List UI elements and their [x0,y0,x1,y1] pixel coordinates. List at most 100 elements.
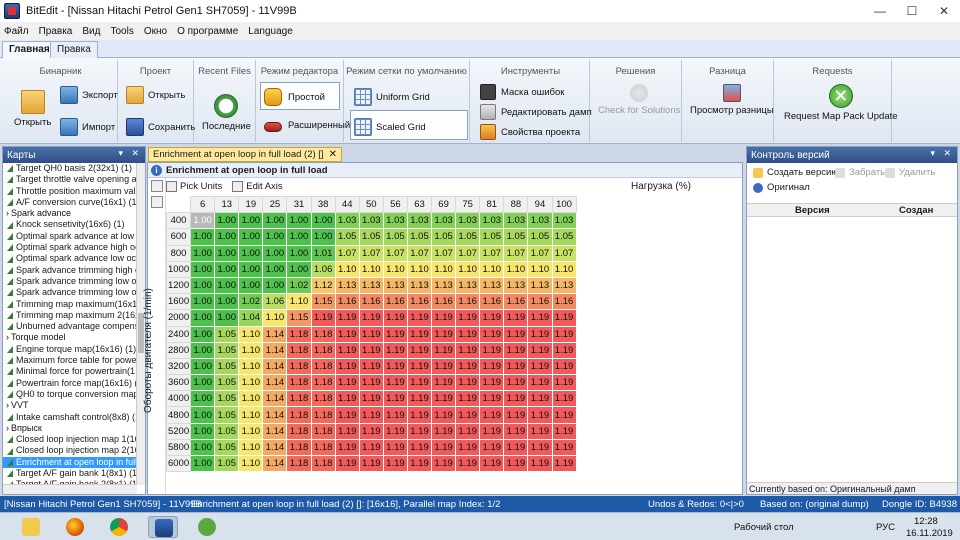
menu-language[interactable]: Language [248,26,293,37]
load-axis-value[interactable]: 69 [431,195,457,214]
map-cell[interactable]: 1.12 [310,276,336,295]
map-cell[interactable]: 1.19 [479,357,505,376]
map-cell[interactable]: 1.10 [238,341,264,359]
map-cell[interactable]: 1.00 [190,276,216,295]
map-cell[interactable]: 1.03 [406,212,433,230]
map-cell[interactable]: 1.10 [503,260,529,278]
map-cell[interactable]: 1.19 [455,406,481,424]
map-cell[interactable]: 1.13 [406,276,433,295]
explorer-taskbar-button[interactable] [16,516,46,538]
map-cell[interactable]: 1.05 [214,454,240,473]
map-cell[interactable]: 1.05 [214,341,240,359]
map-cell[interactable]: 1.19 [406,374,433,392]
map-cell[interactable]: 1.10 [238,325,264,343]
tree-category[interactable]: › VVT [3,400,137,411]
map-cell[interactable]: 1.10 [262,309,288,327]
map-cell[interactable]: 1.19 [382,325,408,343]
map-cell[interactable]: 1.05 [214,357,240,376]
map-cell[interactable]: 1.16 [503,293,529,311]
recent-files-button[interactable]: Последние [202,94,251,132]
map-cell[interactable]: 1.19 [527,374,553,392]
load-axis-value[interactable]: 63 [406,195,433,214]
tree-map-item[interactable]: QH0 to torque conversion map [3,389,137,400]
map-cell[interactable]: 1.16 [431,293,457,311]
tree-category[interactable]: › Torque model [3,332,137,343]
map-cell[interactable]: 1.19 [503,390,529,408]
create-version-button[interactable]: Создать версию [753,167,838,178]
map-cell[interactable]: 1.19 [431,357,457,376]
map-cell[interactable]: 1.19 [503,438,529,457]
map-cell[interactable]: 1.16 [382,293,408,311]
rpm-axis-value[interactable]: 6000 [165,454,192,473]
map-cell[interactable]: 1.19 [551,341,577,359]
map-cell[interactable]: 1.05 [406,228,433,246]
map-cell[interactable]: 1.03 [358,212,384,230]
map-cell[interactable]: 1.05 [431,228,457,246]
edit-dump-button[interactable]: Редактировать дамп [480,104,592,120]
map-cell[interactable]: 1.00 [214,228,240,246]
map-cell[interactable]: 1.00 [190,228,216,246]
map-cell[interactable]: 1.19 [358,406,384,424]
map-cell[interactable]: 1.19 [431,374,457,392]
map-cell[interactable]: 1.19 [455,341,481,359]
rpm-axis-value[interactable]: 600 [165,228,192,246]
map-cell[interactable]: 1.19 [431,438,457,457]
load-axis-value[interactable]: 44 [334,195,360,214]
tree-map-item[interactable]: Trimming map maximum 2(16x [3,310,137,321]
map-cell[interactable]: 1.10 [551,260,577,278]
load-axis-value[interactable]: 88 [503,195,529,214]
rpm-axis-value[interactable]: 1600 [165,293,192,311]
map-cell[interactable]: 1.19 [551,438,577,457]
clock-time[interactable]: 12:28 [914,516,938,527]
minimize-button[interactable]: — [864,0,896,22]
language-indicator[interactable]: РУС [876,522,895,533]
map-cell[interactable]: 1.18 [286,454,312,473]
rpm-axis-value[interactable]: 1000 [165,260,192,278]
map-cell[interactable]: 1.00 [262,276,288,295]
load-axis-value[interactable]: 31 [286,195,312,214]
map-cell[interactable]: 1.05 [527,228,553,246]
map-cell[interactable]: 1.18 [310,357,336,376]
maximize-button[interactable]: ☐ [896,0,928,22]
map-cell[interactable]: 1.19 [334,390,360,408]
edit-pencil-icon[interactable] [151,196,163,208]
map-cell[interactable]: 1.00 [286,212,312,230]
tree-map-item[interactable]: Optimal spark advance low oct [3,253,137,264]
map-cell[interactable]: 1.05 [214,374,240,392]
tree-map-item[interactable]: A/F conversion curve(16x1) (1) [3,197,137,208]
map-cell[interactable]: 1.03 [455,212,481,230]
map-cell[interactable]: 1.05 [214,422,240,440]
mode-advanced-button[interactable]: Расширенный [264,118,350,132]
tree-map-item[interactable]: Intake camshaft control(8x8) (1 [3,412,137,423]
map-cell[interactable]: 1.14 [262,406,288,424]
map-cell[interactable]: 1.00 [310,228,336,246]
map-cell[interactable]: 1.19 [382,341,408,359]
map-cell[interactable]: 1.00 [286,244,312,262]
map-cell[interactable]: 1.05 [551,228,577,246]
tree-map-item[interactable]: Minimal force for powertrain(1 [3,366,137,377]
map-cell[interactable]: 1.19 [406,390,433,408]
map-cell[interactable]: 1.19 [334,438,360,457]
map-cell[interactable]: 1.07 [431,244,457,262]
map-cell[interactable]: 1.00 [190,422,216,440]
map-cell[interactable]: 1.18 [286,325,312,343]
tab-home[interactable]: Главная [2,41,57,58]
panel-pin-close[interactable]: ▾ ✕ [118,148,142,159]
map-cell[interactable]: 1.19 [382,422,408,440]
load-axis-value[interactable]: 81 [479,195,505,214]
map-cell[interactable]: 1.19 [503,357,529,376]
map-cell[interactable]: 1.18 [310,422,336,440]
tab-edit[interactable]: Правка [50,41,98,58]
map-cell[interactable]: 1.00 [190,293,216,311]
map-cell[interactable]: 1.19 [406,341,433,359]
map-cell[interactable]: 1.19 [551,422,577,440]
map-cell[interactable]: 1.19 [334,357,360,376]
map-cell[interactable]: 1.19 [406,406,433,424]
expand-chevron-icon[interactable]: › [6,423,9,434]
map-cell[interactable]: 1.00 [262,212,288,230]
tree-map-item[interactable]: Closed loop injection map 1(16 [3,434,137,445]
map-cell[interactable]: 1.02 [238,293,264,311]
original-button[interactable]: Оригинал [753,182,810,193]
map-cell[interactable]: 1.19 [406,422,433,440]
map-cell[interactable]: 1.16 [551,293,577,311]
